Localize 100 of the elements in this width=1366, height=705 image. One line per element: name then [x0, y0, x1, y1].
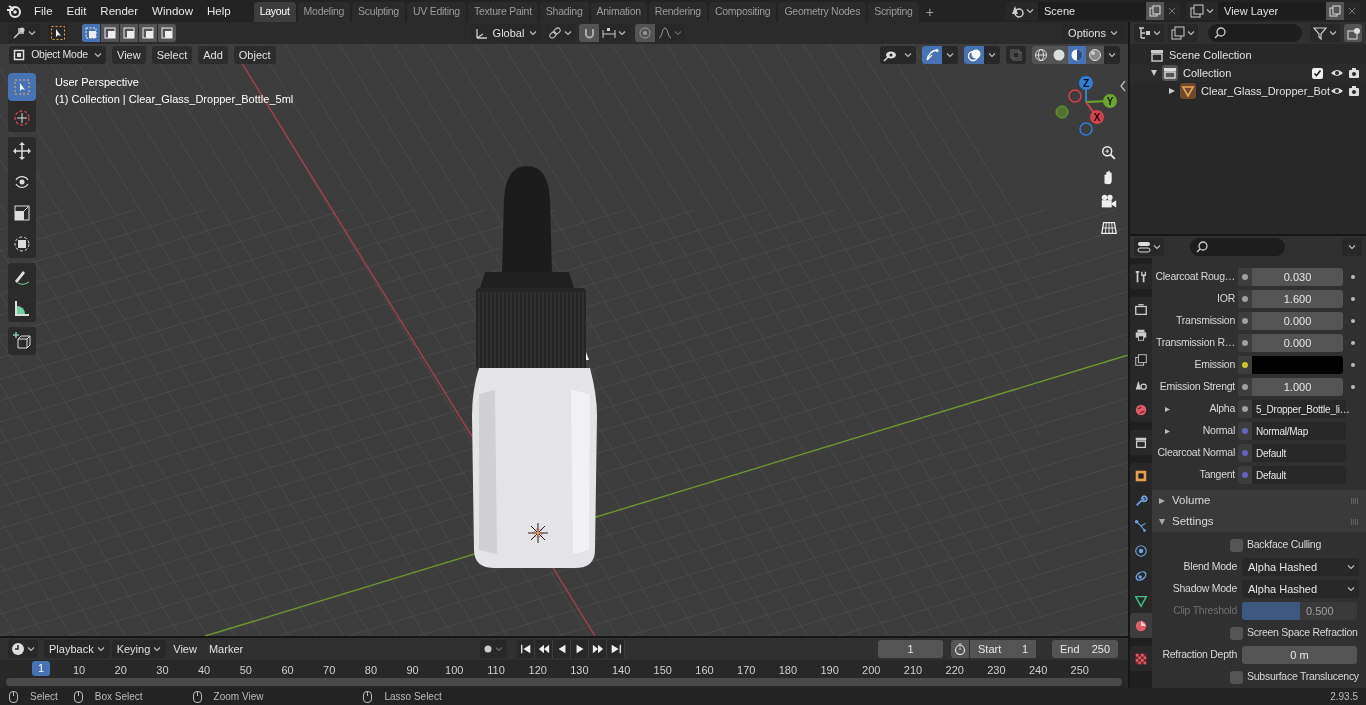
navigation-gizmo[interactable]: Z Y X — [1050, 72, 1122, 142]
tree-item-label[interactable]: Collection — [1183, 64, 1232, 82]
menu-item[interactable]: File — [27, 0, 60, 22]
close-button[interactable] — [1344, 2, 1360, 20]
workspace-tab[interactable]: Animation — [590, 2, 647, 22]
workspace-tab[interactable]: Scripting — [868, 2, 919, 22]
add-workspace-button[interactable]: + — [920, 2, 939, 22]
menu-item[interactable]: Render — [93, 0, 146, 22]
tree-item-label[interactable]: Scene Collection — [1169, 46, 1252, 64]
workspace-tab[interactable]: Rendering — [648, 2, 707, 22]
linked-input-field[interactable]: Default — [1238, 444, 1346, 462]
tool-button[interactable] — [8, 327, 36, 355]
disclosure-triangle-icon[interactable] — [1168, 87, 1176, 95]
duplicate-button[interactable] — [1146, 2, 1164, 20]
dropdown[interactable]: Alpha Hashed — [1242, 558, 1359, 576]
timeline-scrollbar[interactable] — [6, 678, 1122, 686]
orientation-dropdown[interactable]: Global — [471, 24, 541, 42]
viewport-menu[interactable]: Select — [151, 46, 193, 64]
proportional-edit-toggle[interactable] — [635, 24, 655, 42]
workspace-tab[interactable]: Geometry Nodes — [778, 2, 867, 22]
timeline-menu[interactable]: View — [168, 640, 202, 658]
visibility-dropdown[interactable] — [880, 46, 916, 64]
current-frame-field[interactable]: 1 — [878, 640, 943, 658]
dropdown[interactable]: Alpha Hashed — [1242, 580, 1359, 598]
checkbox-label[interactable]: Backface Culling — [1247, 537, 1321, 553]
value-field[interactable]: 0.000 — [1238, 334, 1343, 352]
options-dropdown[interactable]: Options — [1062, 24, 1124, 42]
view-layer-name-field[interactable]: View Layer — [1218, 2, 1326, 20]
checkbox[interactable] — [1230, 626, 1243, 640]
playback-button[interactable] — [571, 640, 590, 658]
duplicate-button[interactable] — [1326, 2, 1344, 20]
scene-name-field[interactable]: Scene — [1038, 2, 1146, 20]
linked-input-field[interactable]: Default — [1238, 466, 1346, 484]
editor-type-button[interactable] — [8, 640, 38, 658]
display-mode-button[interactable] — [1168, 24, 1198, 42]
exclude-checkbox[interactable] — [1312, 67, 1323, 79]
record-button[interactable] — [480, 640, 508, 658]
workspace-tab[interactable]: Texture Paint — [467, 2, 538, 22]
linked-input-field[interactable]: Normal/Map — [1238, 422, 1346, 440]
playback-button[interactable] — [607, 640, 626, 658]
viewport-menu[interactable]: Add — [198, 46, 228, 64]
selection-mode-button[interactable] — [82, 24, 100, 42]
shading-mode-button[interactable] — [1032, 46, 1050, 64]
disclosure-triangle-icon[interactable] — [1164, 427, 1171, 435]
close-button[interactable] — [1164, 2, 1180, 20]
end-frame-field[interactable]: End 250 — [1052, 640, 1118, 658]
menu-item[interactable]: Edit — [59, 0, 94, 22]
timeline-menu[interactable]: Playback — [44, 640, 110, 658]
menu-item[interactable]: Window — [145, 0, 200, 22]
xray-toggle[interactable] — [1006, 46, 1026, 64]
playback-button[interactable] — [535, 640, 554, 658]
value-field[interactable]: 1.000 — [1238, 378, 1343, 396]
gizmo-toggle[interactable] — [922, 46, 958, 64]
value-field[interactable]: 0.030 — [1238, 268, 1343, 286]
filter-button[interactable] — [1310, 24, 1341, 42]
value-field[interactable]: 0.000 — [1238, 312, 1343, 330]
checkbox[interactable] — [1230, 670, 1243, 684]
checkbox-label[interactable]: Screen Space Refraction — [1247, 625, 1358, 641]
workspace-tab[interactable]: Layout — [253, 2, 296, 22]
panel-header[interactable]: Settings — [1152, 511, 1366, 532]
shading-options-button[interactable] — [1104, 46, 1120, 64]
value-field[interactable]: 0 m — [1242, 646, 1357, 664]
shading-mode-button[interactable] — [1068, 46, 1086, 64]
workspace-tab[interactable]: Compositing — [708, 2, 777, 22]
playhead-frame-marker[interactable]: 1 — [32, 661, 50, 676]
checkbox-label[interactable]: Subsurface Translucency — [1247, 669, 1359, 685]
disclosure-triangle-icon[interactable] — [1150, 69, 1158, 77]
editor-type-button[interactable] — [1134, 24, 1164, 42]
workspace-tab[interactable]: UV Editing — [406, 2, 466, 22]
viewport-menu[interactable]: View — [112, 46, 146, 64]
preview-range-toggle[interactable] — [951, 640, 969, 658]
playback-button[interactable] — [589, 640, 608, 658]
timeline-menu[interactable]: Keying — [111, 640, 167, 658]
properties-tab[interactable] — [1130, 613, 1152, 638]
active-tool-button[interactable] — [48, 23, 68, 43]
timeline-menu[interactable]: Marker — [203, 640, 249, 658]
search-field[interactable] — [1190, 238, 1285, 256]
workspace-tab[interactable]: Sculpting — [352, 2, 405, 22]
playback-button[interactable] — [553, 640, 572, 658]
options-dropdown[interactable] — [1342, 238, 1362, 256]
scene-selector-button[interactable] — [1006, 2, 1038, 20]
panel-header[interactable]: Volume — [1152, 490, 1366, 511]
selection-mode-button[interactable] — [139, 24, 157, 42]
playback-button[interactable] — [517, 640, 536, 658]
scene-selector-button[interactable] — [1186, 2, 1218, 20]
overlay-toggle[interactable] — [964, 46, 1000, 64]
selection-mode-button[interactable] — [101, 24, 119, 42]
new-collection-button[interactable] — [1344, 24, 1362, 42]
selection-mode-button[interactable] — [120, 24, 138, 42]
workspace-tab[interactable]: Modeling — [297, 2, 351, 22]
snap-toggle[interactable] — [579, 24, 599, 42]
checkbox[interactable] — [1230, 538, 1243, 552]
search-field[interactable] — [1208, 24, 1303, 42]
value-field[interactable]: 1.600 — [1238, 290, 1343, 308]
start-frame-field[interactable]: Start 1 — [970, 640, 1036, 658]
disclosure-triangle-icon[interactable] — [1164, 405, 1171, 413]
mode-dropdown[interactable]: Object Mode — [9, 46, 106, 64]
workspace-tab[interactable]: Shading — [539, 2, 589, 22]
viewport-menu[interactable]: Object — [233, 46, 276, 64]
menu-item[interactable]: Help — [200, 0, 238, 22]
